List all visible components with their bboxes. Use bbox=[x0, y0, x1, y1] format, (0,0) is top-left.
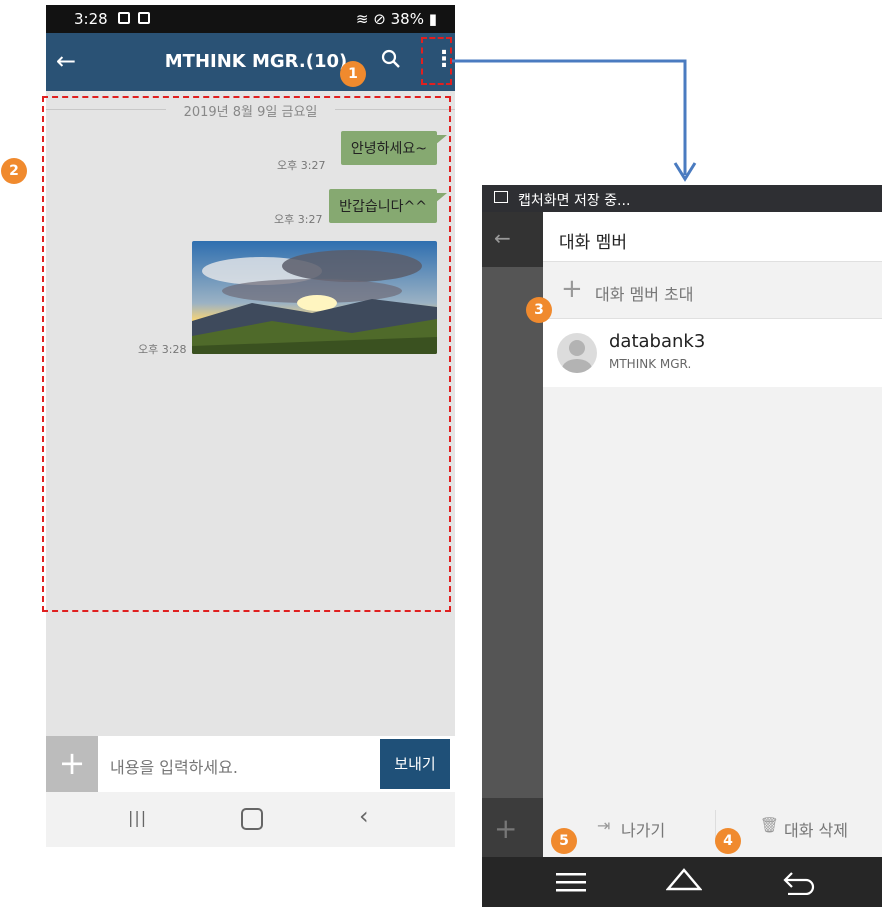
battery-level: 38% bbox=[390, 10, 424, 28]
status-bar: 캡처화면 저장 중... bbox=[482, 185, 882, 212]
dimmed-chat bbox=[482, 267, 543, 798]
actions-panel: ⇥ 나가기 🗑 대화 삭제 bbox=[543, 798, 882, 857]
members-screen: 캡처화면 저장 중... ← 대화 멤버 + 대화 멤버 초대 databank… bbox=[482, 185, 882, 907]
invite-member-row[interactable]: + 대화 멤버 초대 bbox=[543, 262, 882, 319]
drawer-header: 대화 멤버 bbox=[543, 212, 882, 262]
status-text: 캡처화면 저장 중... bbox=[518, 193, 631, 209]
image-icon bbox=[494, 191, 508, 203]
highlight-more-menu bbox=[421, 37, 452, 85]
highlight-chat-area bbox=[42, 96, 451, 612]
home-icon[interactable] bbox=[666, 867, 702, 895]
marker-2: 2 bbox=[1, 158, 27, 184]
back-arrow-icon[interactable]: ← bbox=[56, 47, 76, 75]
back-arrow-icon: ← bbox=[494, 226, 511, 250]
trash-icon: 🗑 bbox=[760, 816, 780, 834]
attach-plus-button[interactable]: + bbox=[46, 736, 98, 792]
invite-label: 대화 멤버 초대 bbox=[595, 285, 694, 304]
screenshot-icon bbox=[138, 12, 150, 24]
member-list-item[interactable]: databank3 MTHINK MGR. bbox=[543, 319, 882, 387]
connector-arrow bbox=[452, 59, 697, 182]
system-nav-bar bbox=[482, 857, 882, 907]
gallery-icon bbox=[118, 12, 130, 24]
chat-title: MTHINK MGR.(10) bbox=[164, 51, 348, 72]
status-right: ≋ ⊘ 38% ▮ bbox=[356, 10, 437, 28]
delete-label: 대화 삭제 bbox=[784, 821, 848, 840]
member-subtitle: MTHINK MGR. bbox=[609, 357, 692, 371]
leave-label: 나가기 bbox=[621, 821, 666, 840]
status-bar: 3:28 ≋ ⊘ 38% ▮ bbox=[46, 5, 455, 33]
battery-icon: ▮ bbox=[428, 10, 437, 28]
members-drawer: 대화 멤버 + 대화 멤버 초대 databank3 MTHINK MGR. bbox=[543, 212, 882, 828]
marker-1: 1 bbox=[340, 61, 366, 87]
menu-icon[interactable] bbox=[556, 871, 588, 893]
delete-chat-button[interactable]: 🗑 대화 삭제 bbox=[716, 798, 882, 857]
status-time: 3:28 bbox=[74, 10, 108, 28]
system-nav-bar: ||| ‹ bbox=[46, 792, 455, 847]
recent-apps-icon[interactable]: ||| bbox=[128, 808, 147, 827]
search-icon[interactable] bbox=[381, 49, 401, 74]
drawer-title: 대화 멤버 bbox=[559, 233, 627, 253]
drawer-actions: + ⇥ 나가기 🗑 대화 삭제 bbox=[482, 798, 882, 857]
exit-icon: ⇥ bbox=[597, 816, 611, 835]
home-icon[interactable] bbox=[241, 808, 263, 830]
message-input[interactable]: 내용을 입력하세요. bbox=[110, 754, 238, 778]
send-button[interactable]: 보내기 bbox=[380, 739, 450, 789]
plus-icon: + bbox=[561, 274, 583, 304]
back-nav-icon[interactable]: ‹ bbox=[359, 802, 369, 830]
input-bar: + 내용을 입력하세요. 보내기 bbox=[46, 736, 455, 792]
member-name: databank3 bbox=[609, 331, 706, 352]
back-nav-icon[interactable] bbox=[782, 869, 818, 895]
wifi-icon: ≋ bbox=[355, 10, 369, 28]
marker-3: 3 bbox=[526, 297, 552, 323]
app-bar: ← MTHINK MGR.(10) ⋮ bbox=[46, 33, 455, 91]
mute-icon: ⊘ bbox=[373, 10, 386, 28]
marker-4: 4 bbox=[715, 828, 741, 854]
avatar-icon bbox=[557, 333, 597, 373]
marker-5: 5 bbox=[551, 828, 577, 854]
dimmed-appbar: ← bbox=[482, 212, 543, 267]
plus-icon: + bbox=[494, 812, 518, 845]
